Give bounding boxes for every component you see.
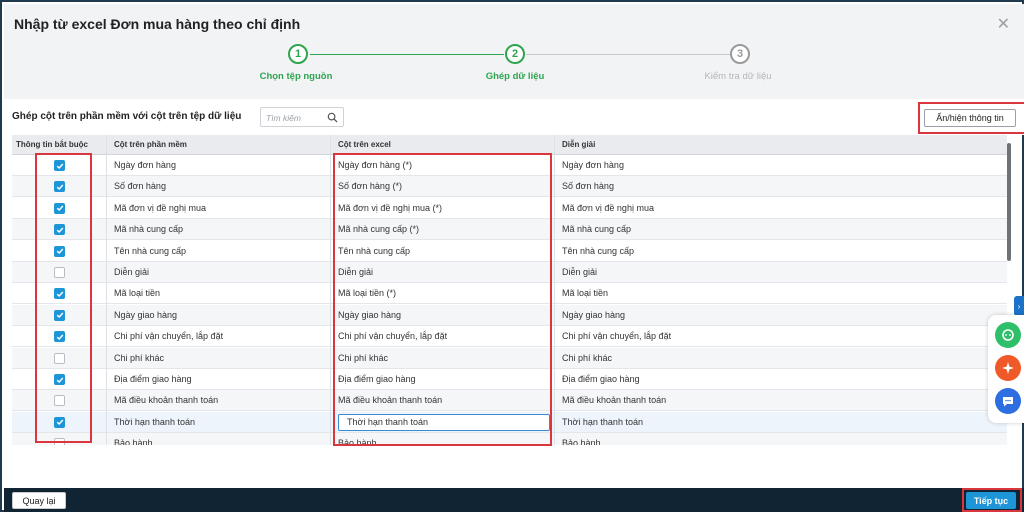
column-divider — [330, 135, 331, 445]
step-2-circle[interactable]: 2 — [505, 44, 525, 64]
software-column-cell: Diễn giải — [114, 267, 150, 277]
mapping-toolbar: Ghép cột trên phần mềm với cột trên tệp … — [4, 99, 1024, 135]
description-cell: Thời hạn thanh toán — [562, 416, 643, 427]
software-column-cell: Ngày giao hàng — [114, 309, 178, 320]
back-button[interactable]: Quay lại — [12, 492, 66, 509]
mapping-title: Ghép cột trên phần mềm với cột trên tệp … — [12, 111, 242, 122]
search-input[interactable] — [266, 111, 326, 124]
stepper: 1 Chọn tệp nguồn 2 Ghép dữ liệu 3 Kiểm t… — [4, 44, 1024, 89]
search-box[interactable] — [260, 107, 344, 127]
software-column-cell: Mã loại tiền — [114, 288, 161, 299]
message-icon[interactable] — [995, 388, 1021, 414]
software-column-cell: Bảo hành — [114, 438, 153, 445]
header-description: Diễn giải — [562, 140, 596, 149]
software-column-cell: Ngày đơn hàng — [114, 160, 176, 170]
chat-bubble-icon[interactable] — [995, 322, 1021, 348]
step-1-label[interactable]: Chọn tệp nguồn — [260, 71, 333, 82]
software-column-cell: Số đơn hàng — [114, 181, 166, 192]
software-column-cell: Mã điều khoản thanh toán — [114, 395, 219, 406]
description-cell: Mã đơn vị đề nghị mua — [562, 202, 654, 213]
software-column-cell: Tên nhà cung cấp — [114, 245, 187, 256]
step-3-circle: 3 — [730, 44, 750, 64]
description-cell: Tên nhà cung cấp — [562, 245, 635, 256]
software-column-cell: Chi phí vận chuyển, lắp đặt — [114, 331, 224, 342]
software-column-cell: Địa điểm giao hàng — [114, 374, 192, 384]
step-2-label[interactable]: Ghép dữ liệu — [486, 71, 545, 82]
side-expand-tab[interactable]: › — [1014, 296, 1024, 316]
dialog-window: Nhập từ excel Đơn mua hàng theo chỉ định… — [0, 0, 1024, 512]
header-software-column: Cột trên phần mềm — [114, 140, 187, 149]
software-column-cell: Mã nhà cung cấp — [114, 224, 184, 235]
description-cell: Số đơn hàng — [562, 181, 614, 192]
column-divider — [106, 135, 107, 445]
software-column-cell: Chi phí khác — [114, 352, 165, 363]
highlight-box — [333, 153, 552, 446]
description-cell: Mã loại tiền — [562, 288, 609, 299]
description-cell: Mã nhà cung cấp — [562, 224, 632, 235]
description-cell: Ngày giao hàng — [562, 309, 626, 320]
header-excel-column: Cột trên excel — [338, 140, 391, 149]
close-icon[interactable]: ✕ — [997, 14, 1010, 34]
step-3-label: Kiểm tra dữ liệu — [704, 71, 772, 82]
description-cell: Bảo hành — [562, 438, 601, 445]
dialog-footer: Quay lại Tiếp tục — [4, 488, 1024, 512]
step-1-circle[interactable]: 1 — [288, 44, 308, 64]
description-cell: Chi phí vận chuyển, lắp đặt — [562, 331, 672, 342]
description-cell: Mã điều khoản thanh toán — [562, 395, 667, 406]
search-icon[interactable] — [327, 112, 338, 123]
next-button[interactable]: Tiếp tục — [966, 492, 1016, 509]
description-cell: Diễn giải — [562, 267, 598, 277]
column-divider — [554, 135, 555, 445]
sparkle-icon[interactable] — [995, 355, 1021, 381]
software-column-cell: Mã đơn vị đề nghị mua — [114, 202, 206, 213]
dialog-title: Nhập từ excel Đơn mua hàng theo chỉ định — [14, 16, 301, 32]
description-cell: Ngày đơn hàng — [562, 160, 624, 170]
dialog-header: Nhập từ excel Đơn mua hàng theo chỉ định… — [4, 4, 1024, 99]
step-connector — [526, 54, 730, 55]
table-scrollbar[interactable] — [1007, 143, 1011, 261]
header-required: Thông tin bắt buộc — [16, 140, 88, 149]
widget-panel — [988, 315, 1024, 423]
software-column-cell: Thời hạn thanh toán — [114, 416, 195, 427]
table-header: Thông tin bắt buộc Cột trên phần mềm Cột… — [12, 135, 1007, 155]
highlight-box — [35, 153, 92, 443]
description-cell: Địa điểm giao hàng — [562, 374, 640, 384]
description-cell: Chi phí khác — [562, 352, 613, 363]
step-connector — [310, 54, 504, 55]
toggle-info-button[interactable]: Ẩn/hiện thông tin — [924, 109, 1016, 127]
